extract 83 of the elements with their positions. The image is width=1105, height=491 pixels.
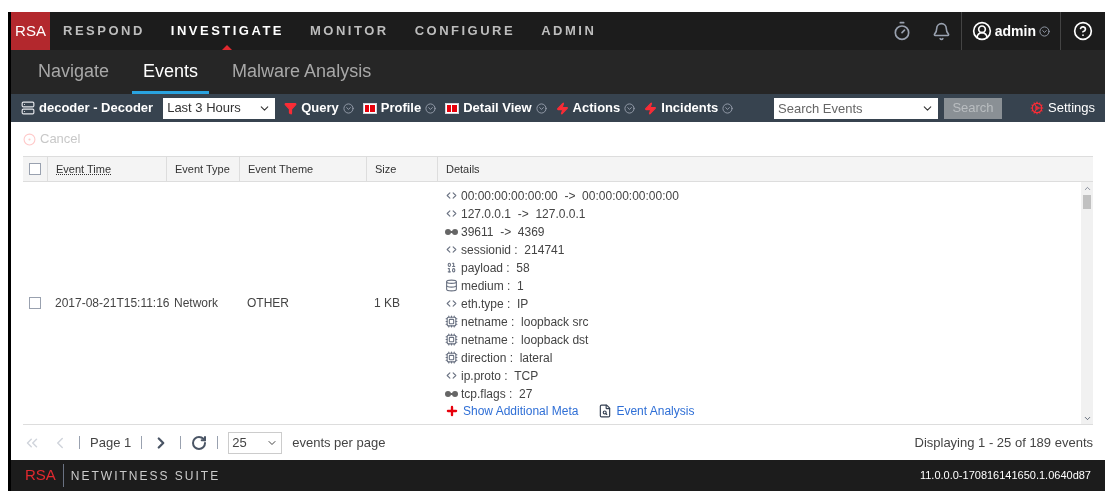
meta-value: payload : 58 [461, 259, 530, 277]
service-name: decoder - Decoder [39, 99, 154, 118]
column-header: Event Theme [239, 157, 366, 181]
page-size-select[interactable]: 25 [228, 431, 283, 454]
panel-icon [362, 102, 377, 114]
meta-value: netname : loopback dst [461, 331, 589, 349]
meta-value: 39611 -> 4369 [461, 223, 545, 241]
meta-value: 127.0.0.1 -> 127.0.0.1 [461, 205, 586, 223]
nav-tab[interactable]: MONITOR [297, 12, 402, 50]
toolbar-menu[interactable]: Incidents [644, 98, 734, 118]
column-header: Details [437, 157, 1093, 181]
meta-value: tcp.flags : 27 [461, 385, 533, 403]
version-number: 11.0.0.0-170816141650.1.0640d87 [919, 468, 1091, 484]
arrows-icon [445, 297, 458, 310]
link[interactable]: Show Additional Meta [445, 402, 579, 420]
per-page-label: events per page [292, 433, 386, 452]
logo: RSA [11, 12, 50, 50]
checkbox[interactable] [29, 297, 41, 309]
user-icon [971, 21, 992, 41]
meta-value: 00:00:00:00:00:00 -> 00:00:00:00:00:00 [461, 187, 679, 205]
dropdown-icon [342, 102, 354, 114]
toolbar-menu[interactable]: Actions [555, 98, 636, 118]
meta-value: sessionid : 214741 [461, 241, 565, 259]
plus-icon [445, 404, 459, 418]
panel-icon [445, 102, 460, 114]
chip-icon [445, 333, 458, 346]
nav-tab[interactable]: CONFIGURE [401, 12, 529, 50]
page-number: Page 1 [90, 433, 132, 452]
search-field[interactable]: Search Events [774, 97, 938, 119]
scroll-down-icon[interactable] [1082, 414, 1092, 423]
meta-value: eth.type : IP [461, 295, 529, 313]
chip-icon [445, 315, 458, 328]
dots-icon [445, 227, 458, 236]
arrows-icon [445, 207, 458, 220]
settings-icon [1030, 101, 1044, 115]
filter-icon [284, 101, 298, 115]
database-icon [445, 279, 458, 292]
meta-value: direction : lateral [461, 349, 553, 367]
arrows-icon [445, 189, 458, 202]
document-search-icon [598, 404, 613, 418]
toolbar-menu[interactable]: Query [284, 98, 354, 118]
table-cell-text: 1 KB [373, 295, 401, 312]
arrows-icon [445, 369, 458, 382]
scroll-thumb[interactable] [1083, 195, 1091, 209]
column-header[interactable]: Event Time [47, 157, 166, 181]
meta-value: ip.proto : TCP [461, 367, 539, 385]
dropdown-icon [1039, 25, 1050, 37]
nav-tab[interactable]: ADMIN [528, 12, 610, 50]
dots-icon [445, 389, 458, 398]
lightning-icon [644, 101, 658, 115]
results-summary: Displaying 1 - 25 of 189 events [914, 433, 1093, 452]
server-icon [21, 101, 35, 115]
column-header: Event Type [166, 157, 239, 181]
help-icon[interactable] [1073, 21, 1093, 41]
binary-icon [445, 261, 458, 274]
column-header: Size [366, 157, 437, 181]
product-name: NETWITNESS SUITE [69, 467, 221, 485]
toolbar-menu[interactable]: Profile [362, 98, 437, 118]
bell-icon[interactable] [931, 21, 951, 41]
stop-icon [23, 132, 36, 146]
scroll-up-icon[interactable] [1082, 184, 1092, 193]
dropdown-icon [624, 102, 636, 114]
refresh-icon[interactable] [191, 434, 208, 451]
toolbar-menu[interactable]: Detail View [445, 98, 547, 118]
user-menu[interactable]: admin [971, 20, 1050, 42]
footer-logo: RSA [25, 464, 64, 487]
link[interactable]: Event Analysis [598, 402, 695, 420]
dropdown-icon [425, 102, 437, 114]
meta-value: medium : 1 [461, 277, 524, 295]
dropdown-icon [722, 102, 734, 114]
sub-tab[interactable]: Navigate [27, 50, 121, 94]
arrows-icon [445, 243, 458, 256]
meta-value: netname : loopback src [461, 313, 589, 331]
settings-button[interactable]: Settings [1030, 98, 1095, 118]
lightning-icon [555, 101, 569, 115]
time-range-select[interactable]: Last 3 Hours [163, 97, 276, 119]
nav-tab[interactable]: RESPOND [50, 12, 158, 50]
checkbox[interactable] [29, 163, 41, 175]
chip-icon [445, 351, 458, 364]
table-cell-text: OTHER [246, 295, 290, 312]
sub-tab[interactable]: Malware Analysis [221, 50, 383, 94]
dropdown-icon [535, 102, 547, 114]
scrollbar[interactable] [1081, 182, 1093, 424]
